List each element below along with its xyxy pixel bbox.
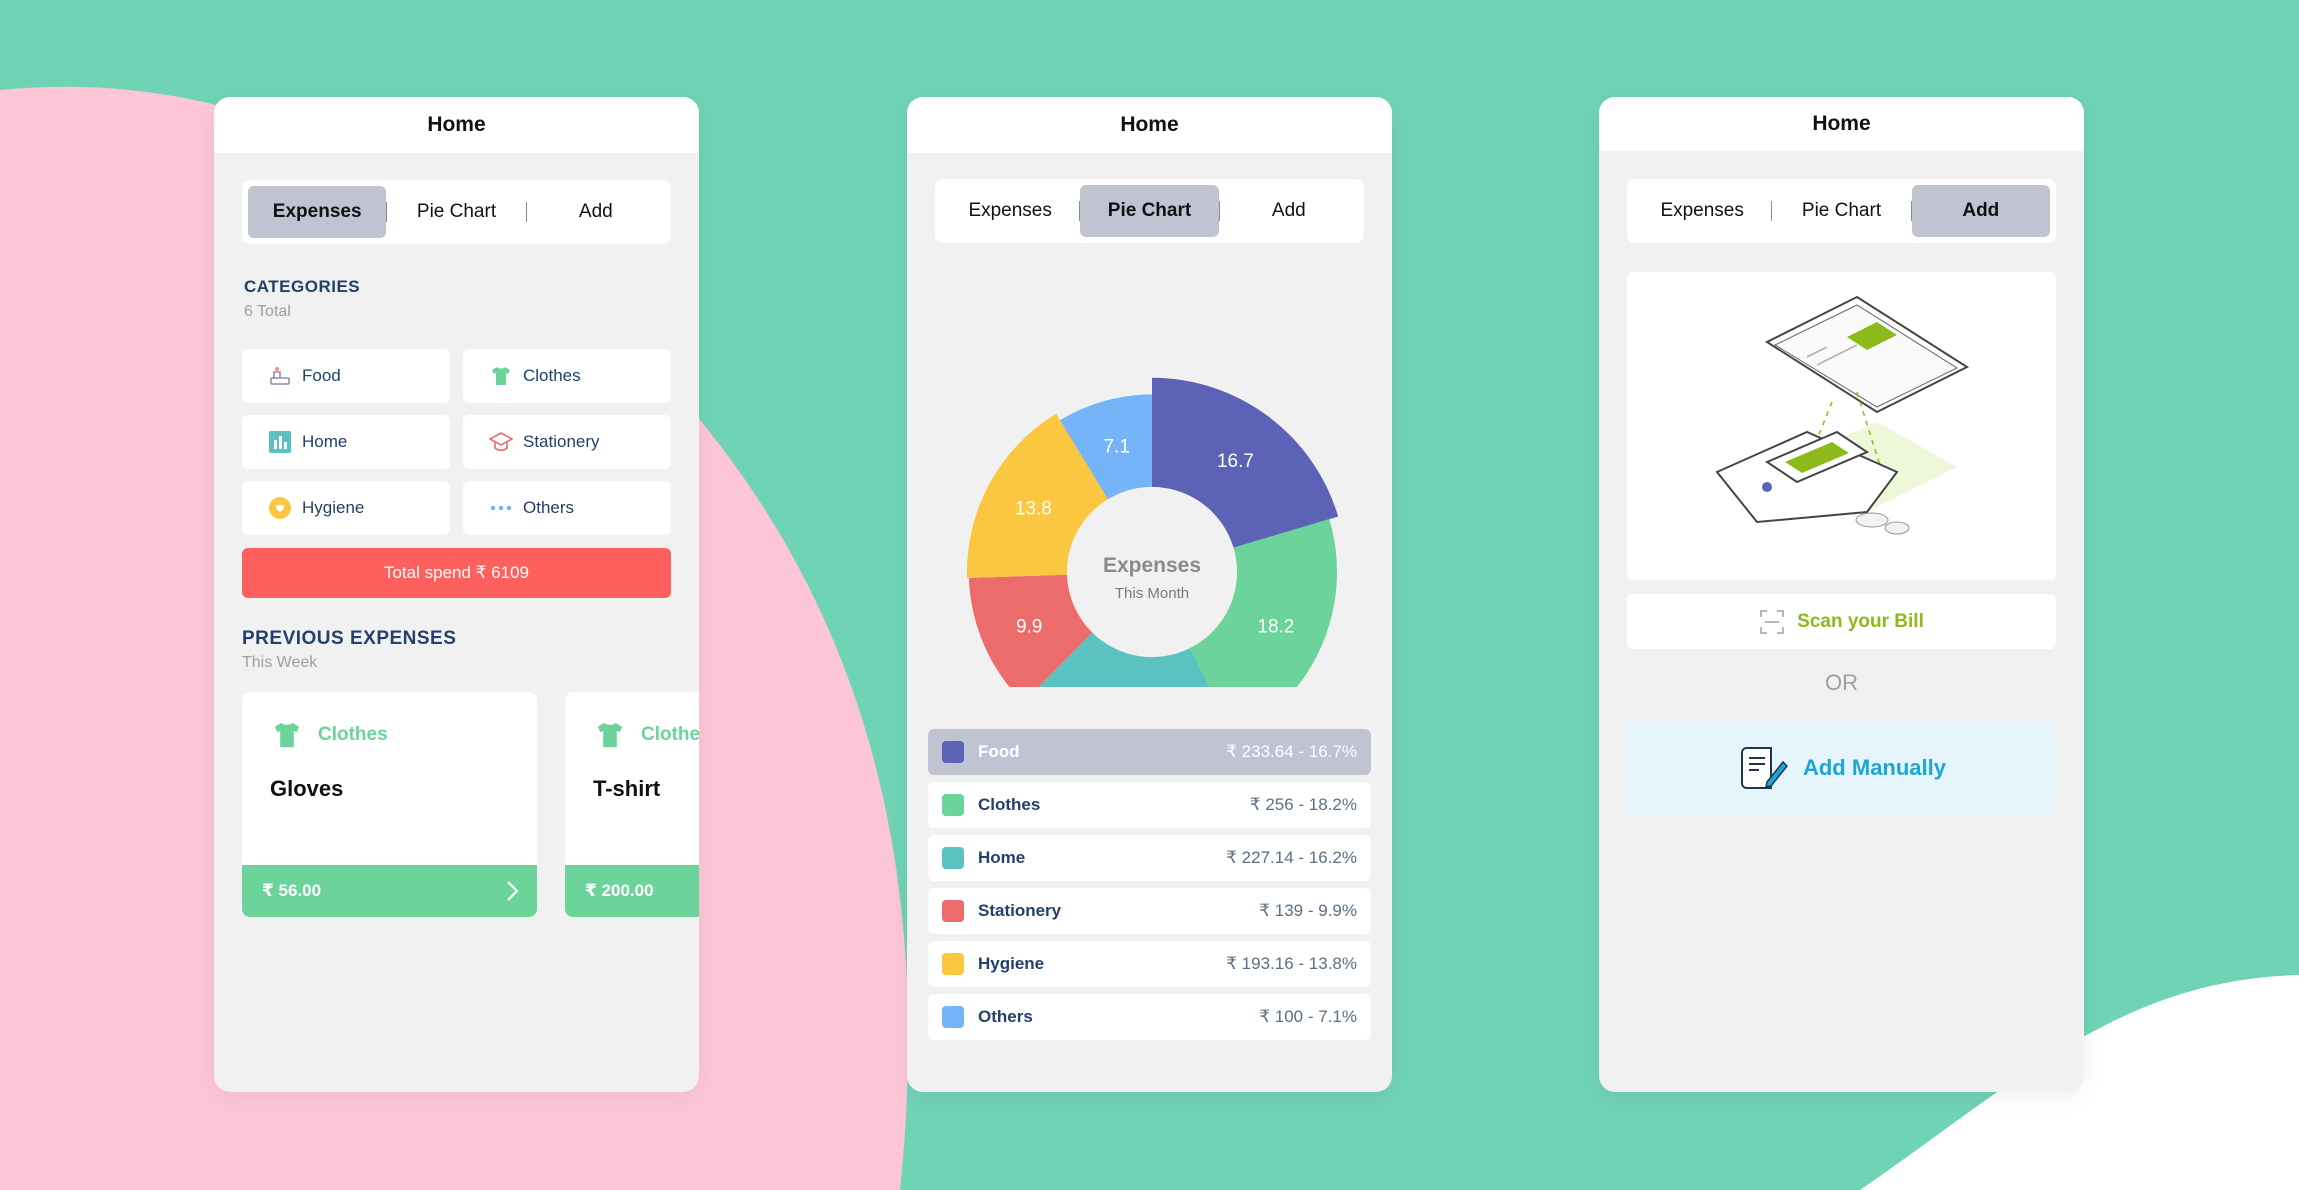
legend-row-food[interactable]: Food ₹ 233.64 - 16.7% bbox=[928, 729, 1371, 775]
legend-label: Food bbox=[978, 742, 1020, 761]
expense-item: T-shirt bbox=[593, 776, 661, 801]
category-label: Others bbox=[523, 498, 575, 517]
legend-value: ₹ 139 - 9.9% bbox=[1259, 901, 1357, 920]
category-label: Hygiene bbox=[302, 498, 365, 517]
tshirt-icon bbox=[270, 720, 304, 750]
expense-category: Clothes bbox=[593, 720, 699, 750]
tab-pie-chart[interactable]: Pie Chart bbox=[1772, 185, 1910, 237]
receipt-pen-icon bbox=[1737, 742, 1789, 794]
chart-subtitle: This Month bbox=[1115, 585, 1189, 602]
category-stationery[interactable]: Stationery bbox=[463, 415, 671, 469]
hand-heart-icon bbox=[268, 496, 292, 520]
bar-chart-icon bbox=[268, 430, 292, 454]
scan-frame-icon bbox=[1759, 609, 1785, 635]
legend-row-home[interactable]: Home ₹ 227.14 - 16.2% bbox=[928, 835, 1371, 881]
tab-pie-chart[interactable]: Pie Chart bbox=[1080, 185, 1219, 237]
legend-row-hygiene[interactable]: Hygiene ₹ 193.16 - 13.8% bbox=[928, 941, 1371, 987]
expense-category-label: Clothes bbox=[641, 724, 699, 745]
expense-price-bar: ₹ 56.00 bbox=[242, 865, 537, 917]
header-title: Home bbox=[214, 97, 699, 153]
legend-value: ₹ 227.14 - 16.2% bbox=[1226, 848, 1357, 867]
legend-value: ₹ 256 - 18.2% bbox=[1249, 795, 1357, 814]
expense-price-bar: ₹ 200.00 bbox=[565, 865, 699, 917]
phone-screen-pie-chart: Home Expenses Pie Chart Add 16.718.216.2… bbox=[907, 97, 1392, 1092]
add-manually-button[interactable]: Add Manually bbox=[1627, 722, 2056, 813]
legend-row-others[interactable]: Others ₹ 100 - 7.1% bbox=[928, 994, 1371, 1040]
legend-swatch bbox=[942, 953, 964, 975]
expense-category-label: Clothes bbox=[318, 724, 388, 745]
category-label: Stationery bbox=[523, 432, 600, 451]
legend-label: Stationery bbox=[978, 901, 1062, 920]
previous-expenses-sub: This Week bbox=[242, 654, 318, 671]
pie-slice-label: 16.7 bbox=[1217, 451, 1254, 472]
expense-card[interactable]: Clothes Gloves ₹ 56.00 bbox=[242, 692, 537, 917]
legend-swatch bbox=[942, 900, 964, 922]
legend-value: ₹ 193.16 - 13.8% bbox=[1226, 954, 1357, 973]
legend-value: ₹ 233.64 - 16.7% bbox=[1226, 742, 1357, 761]
category-clothes[interactable]: Clothes bbox=[463, 349, 671, 403]
pie-slice-label: 18.2 bbox=[1257, 617, 1294, 638]
pie-slice-label: 7.1 bbox=[1103, 437, 1129, 458]
previous-expenses-title: PREVIOUS EXPENSES bbox=[242, 628, 457, 649]
legend-value: ₹ 100 - 7.1% bbox=[1259, 1007, 1357, 1026]
tab-add[interactable]: Add bbox=[527, 186, 665, 238]
tab-pie-chart[interactable]: Pie Chart bbox=[387, 186, 525, 238]
category-others[interactable]: Others bbox=[463, 481, 671, 535]
dots-icon bbox=[489, 496, 513, 520]
tab-add[interactable]: Add bbox=[1220, 185, 1358, 237]
segmented-control: Expenses Pie Chart Add bbox=[1627, 179, 2056, 243]
header-title: Home bbox=[907, 97, 1392, 153]
category-label: Clothes bbox=[523, 366, 581, 385]
expense-price: ₹ 56.00 bbox=[262, 881, 322, 900]
legend-label: Others bbox=[978, 1007, 1033, 1026]
segmented-control: Expenses Pie Chart Add bbox=[935, 179, 1364, 243]
tshirt-icon bbox=[489, 364, 513, 388]
scan-bill-label: Scan your Bill bbox=[1797, 610, 1924, 632]
category-food[interactable]: Food bbox=[242, 349, 450, 403]
add-manually-label: Add Manually bbox=[1802, 754, 1946, 780]
scan-bill-button[interactable]: Scan your Bill bbox=[1627, 594, 2056, 649]
tab-expenses[interactable]: Expenses bbox=[248, 186, 387, 238]
pie-slice-label: 13.8 bbox=[1015, 499, 1052, 520]
food-tray-icon bbox=[268, 364, 292, 388]
header-title: Home bbox=[1599, 97, 2084, 151]
expense-card[interactable]: Clothes T-shirt ₹ 200.00 bbox=[565, 692, 699, 917]
scan-illustration bbox=[1627, 272, 2056, 580]
chart-title: Expenses bbox=[1103, 554, 1201, 577]
phone-screen-expenses: Home Expenses Pie Chart Add CATEGORIES 6… bbox=[214, 97, 699, 1092]
legend-row-stationery[interactable]: Stationery ₹ 139 - 9.9% bbox=[928, 888, 1371, 934]
legend-swatch bbox=[942, 741, 964, 763]
legend-label: Clothes bbox=[978, 795, 1041, 814]
tab-add[interactable]: Add bbox=[1911, 185, 2050, 237]
pie-slice-label: 9.9 bbox=[1016, 617, 1042, 638]
category-home[interactable]: Home bbox=[242, 415, 450, 469]
category-label: Food bbox=[302, 366, 341, 385]
expense-category: Clothes bbox=[270, 720, 388, 750]
tab-expenses[interactable]: Expenses bbox=[941, 185, 1079, 237]
or-divider-text: OR bbox=[1825, 670, 1858, 695]
segmented-control: Expenses Pie Chart Add bbox=[242, 180, 671, 244]
tab-expenses[interactable]: Expenses bbox=[1633, 185, 1771, 237]
donut-chart: 16.718.216.29.913.87.1 Expenses This Mon… bbox=[967, 377, 1339, 687]
tshirt-icon bbox=[593, 720, 627, 750]
expense-price: ₹ 200.00 bbox=[585, 881, 654, 900]
legend-label: Hygiene bbox=[978, 954, 1045, 973]
phone-scan-illustration bbox=[1715, 295, 1970, 535]
legend-row-clothes[interactable]: Clothes ₹ 256 - 18.2% bbox=[928, 782, 1371, 828]
chevron-right-icon[interactable] bbox=[501, 879, 523, 903]
phone-screen-add: Home Expenses Pie Chart Add Scan your Bi… bbox=[1599, 97, 2084, 1092]
expense-item: Gloves bbox=[270, 776, 344, 801]
graduation-cap-icon bbox=[489, 430, 513, 454]
category-hygiene[interactable]: Hygiene bbox=[242, 481, 450, 535]
legend-label: Home bbox=[978, 848, 1026, 867]
legend-swatch bbox=[942, 1006, 964, 1028]
categories-count: 6 Total bbox=[244, 303, 291, 320]
total-spend-button[interactable]: Total spend ₹ 6109 bbox=[242, 548, 671, 598]
category-label: Home bbox=[302, 432, 348, 451]
categories-title: CATEGORIES bbox=[244, 277, 361, 296]
legend-swatch bbox=[942, 794, 964, 816]
legend-swatch bbox=[942, 847, 964, 869]
